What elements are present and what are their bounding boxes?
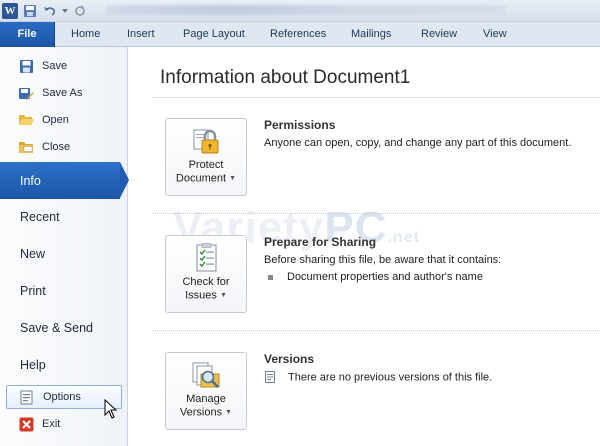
checklist-icon <box>191 243 221 273</box>
nav-help-label: Help <box>20 357 46 372</box>
quick-access-toolbar: W <box>2 2 88 20</box>
open-folder-icon <box>18 112 34 128</box>
sharing-bullet-text: Document properties and author's name <box>287 271 483 283</box>
check-for-issues-button[interactable]: Check for Issues ▼ <box>165 235 247 313</box>
tab-review[interactable]: Review <box>421 22 457 47</box>
check-for-issues-label-1: Check for <box>182 276 230 288</box>
versions-desc: There are no previous versions of this f… <box>288 371 493 384</box>
permissions-title: Permissions <box>264 118 336 132</box>
nav-save-send-label: Save & Send <box>20 320 93 335</box>
document-icon <box>265 371 277 384</box>
exit-icon <box>18 416 34 432</box>
tab-file[interactable]: File <box>0 22 55 47</box>
info-pane: Information about Document1 VarietyPC.ne… <box>129 47 600 446</box>
permissions-desc: Anyone can open, copy, and change any pa… <box>264 137 572 149</box>
nav-open[interactable]: Open <box>0 107 128 133</box>
versions-title: Versions <box>264 352 315 366</box>
nav-info-label: Info <box>20 173 41 188</box>
tab-home[interactable]: Home <box>71 22 100 47</box>
manage-versions-label-1: Manage <box>186 393 226 405</box>
tab-view[interactable]: View <box>483 22 507 47</box>
close-folder-icon <box>18 139 34 155</box>
nav-close[interactable]: Close <box>0 134 128 160</box>
divider <box>153 97 600 98</box>
undo-dropdown-icon[interactable] <box>62 3 68 19</box>
nav-info[interactable]: Info <box>0 162 129 199</box>
nav-exit-label: Exit <box>42 418 61 430</box>
nav-new[interactable]: New <box>0 235 128 272</box>
protect-document-label-2: Document <box>175 172 227 185</box>
nav-recent-label: Recent <box>20 209 60 224</box>
sharing-bullet: Document properties and author's name <box>268 271 483 283</box>
protect-document-button[interactable]: Protect Document ▼ <box>165 118 247 196</box>
versions-note: There are no previous versions of this f… <box>265 371 492 384</box>
page-title: Information about Document1 <box>160 67 411 88</box>
protect-document-label-1: Protect <box>188 159 224 171</box>
manage-versions-button[interactable]: Manage Versions ▼ <box>165 352 247 430</box>
redo-icon[interactable] <box>72 3 88 19</box>
nav-new-label: New <box>20 246 46 261</box>
divider <box>153 213 600 214</box>
divider <box>153 330 600 331</box>
nav-close-label: Close <box>42 141 71 153</box>
save-as-icon <box>18 85 34 101</box>
versions-icon <box>191 360 221 390</box>
nav-options-label: Options <box>43 391 81 403</box>
nav-print-label: Print <box>20 283 46 298</box>
tab-mailings[interactable]: Mailings <box>351 22 391 47</box>
title-bar: W <box>0 0 600 22</box>
dropdown-caret-icon: ▼ <box>229 175 237 182</box>
nav-recent[interactable]: Recent <box>0 198 128 235</box>
lock-icon <box>191 126 221 156</box>
dropdown-caret-icon: ▼ <box>225 409 233 416</box>
ribbon-tabs: File Home Insert Page Layout References … <box>0 22 600 47</box>
bullet-square-icon <box>268 274 273 280</box>
check-for-issues-label-2: Issues <box>185 289 217 302</box>
manage-versions-label-2: Versions <box>179 406 223 419</box>
options-icon <box>19 389 35 405</box>
nav-help[interactable]: Help <box>0 346 128 383</box>
tab-insert[interactable]: Insert <box>127 22 155 47</box>
window-title-blurred <box>106 5 506 15</box>
nav-save[interactable]: Save <box>0 53 128 79</box>
nav-active-pointer <box>120 162 129 198</box>
tab-page-layout[interactable]: Page Layout <box>183 22 245 47</box>
save-icon <box>18 58 34 74</box>
nav-save-label: Save <box>42 60 68 72</box>
save-quick-icon[interactable] <box>22 3 38 19</box>
undo-icon[interactable] <box>42 3 58 19</box>
nav-open-label: Open <box>42 114 69 126</box>
tab-references[interactable]: References <box>270 22 326 47</box>
dropdown-caret-icon: ▼ <box>219 292 227 299</box>
nav-save-as[interactable]: Save As <box>0 80 128 106</box>
nav-exit[interactable]: Exit <box>0 411 128 437</box>
word-app-icon[interactable]: W <box>2 3 18 19</box>
nav-save-send[interactable]: Save & Send <box>0 309 128 346</box>
nav-save-as-label: Save As <box>42 87 83 99</box>
nav-print[interactable]: Print <box>0 272 128 309</box>
backstage-nav: Save Save As Open Close Info Recent New … <box>0 47 129 446</box>
sharing-title: Prepare for Sharing <box>264 235 377 249</box>
sharing-desc: Before sharing this file, be aware that … <box>264 254 502 266</box>
